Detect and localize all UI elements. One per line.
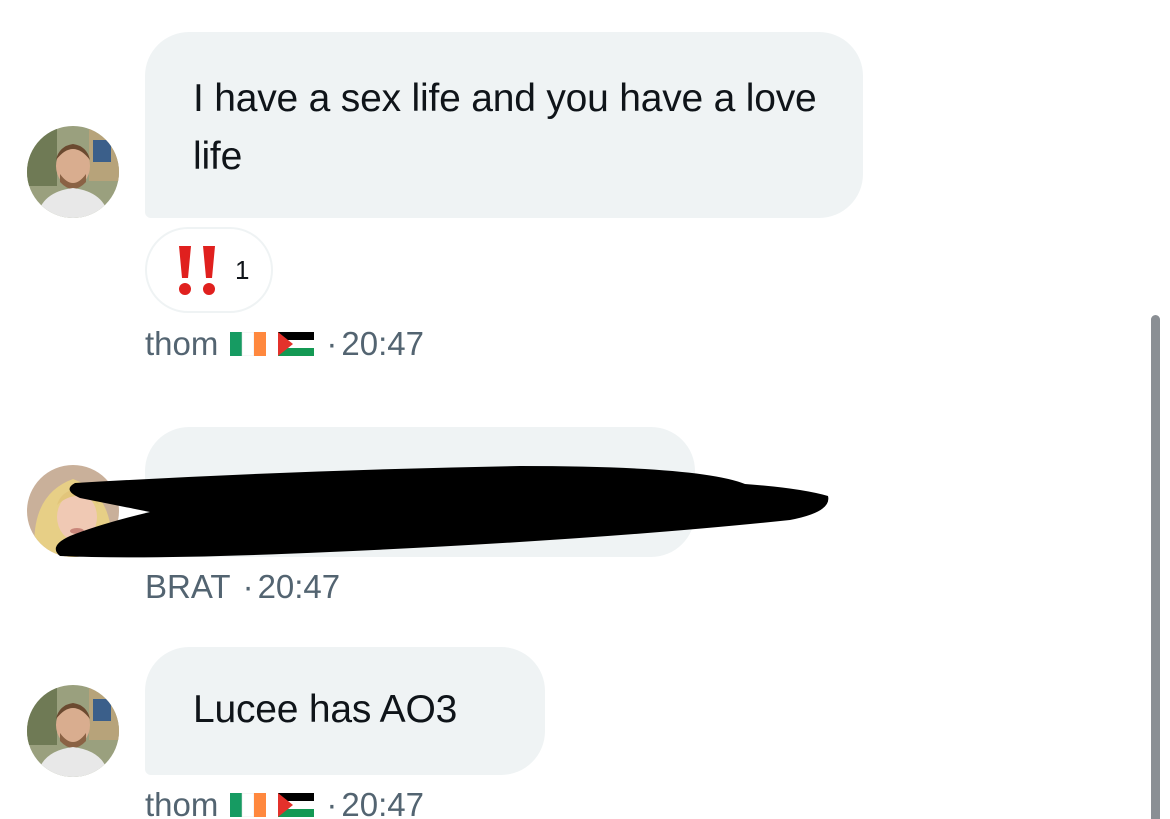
scrollbar[interactable] (1151, 315, 1160, 819)
message-meta: thom · 20:47 (145, 786, 424, 819)
message-text: Lucee has AO3 (193, 688, 458, 731)
palestine-flag-icon (278, 793, 315, 817)
message-meta: BRAT · 20:47 (145, 568, 340, 606)
ireland-flag-icon (230, 793, 267, 817)
avatar-photo-brat (27, 465, 119, 557)
ireland-flag-icon (230, 332, 267, 356)
message-bubble[interactable]: I have a sex life and you have a love li… (145, 32, 863, 218)
sender-name: thom (145, 325, 219, 362)
avatar-photo-thom (27, 126, 119, 218)
reaction-chip[interactable]: 1 (145, 227, 273, 313)
reaction-count: 1 (235, 254, 250, 285)
message-bubble[interactable]: Lucee has AO3 (145, 647, 545, 775)
conversation-view: I have a sex life and you have a love li… (0, 0, 1170, 819)
sender-name: thom (145, 786, 219, 819)
avatar[interactable] (27, 126, 119, 218)
message-time: 20:47 (257, 568, 341, 605)
sender-name: BRAT (145, 568, 231, 605)
avatar-photo-thom (27, 685, 119, 777)
meta-separator: · (326, 325, 338, 362)
meta-separator: · (326, 786, 338, 819)
palestine-flag-icon (278, 332, 315, 356)
double-exclamation-icon (175, 242, 223, 298)
message-meta: thom · 20:47 (145, 325, 424, 363)
avatar[interactable] (27, 465, 119, 557)
message-time: 20:47 (341, 325, 424, 362)
avatar[interactable] (27, 685, 119, 777)
message-bubble[interactable] (145, 427, 695, 557)
meta-separator: · (242, 568, 254, 605)
message-time: 20:47 (341, 786, 424, 819)
message-text: I have a sex life and you have a love li… (193, 77, 817, 178)
